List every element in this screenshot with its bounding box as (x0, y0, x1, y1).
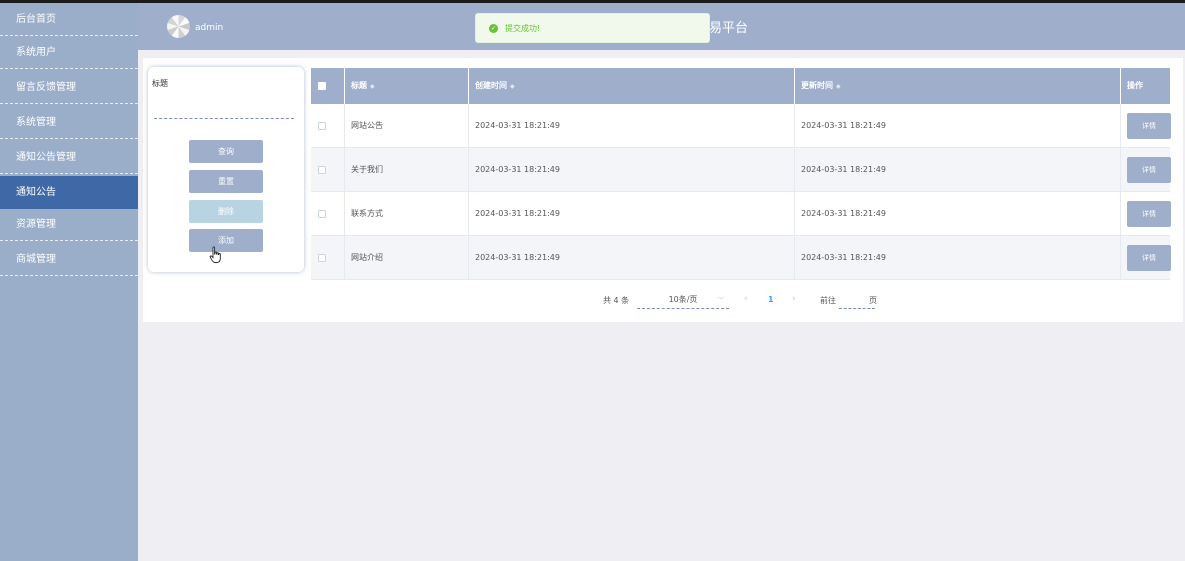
column-header-created[interactable]: 创建时间 ◆ (469, 68, 795, 104)
reset-button[interactable]: 重置 (189, 170, 263, 193)
select-cell (311, 148, 345, 192)
column-header-title[interactable]: 标题 ◆ (345, 68, 469, 104)
hand-cursor-icon (209, 246, 221, 263)
chevron-down-icon[interactable]: ﹀ (718, 295, 724, 304)
page-unit-label: 页 (869, 296, 877, 305)
success-toast: ✓ 提交成功! (475, 13, 710, 43)
table-row: 网站介绍 2024-03-31 18:21:49 2024-03-31 18:2… (311, 236, 1171, 280)
title-cell: 网站公告 (345, 104, 469, 148)
goto-label: 前往 (820, 296, 836, 305)
chevron-right-icon[interactable]: › (792, 294, 796, 304)
title-cell: 关于我们 (345, 148, 469, 192)
created-cell: 2024-03-31 18:21:49 (469, 104, 795, 148)
actions-cell: 详情 (1121, 104, 1171, 148)
title-search-input[interactable] (154, 89, 294, 119)
column-updated-label: 更新时间 (801, 81, 833, 90)
select-all-checkbox[interactable] (318, 82, 326, 90)
detail-button[interactable]: 详情 (1127, 245, 1171, 271)
sort-icon[interactable]: ◆ (370, 69, 375, 105)
header-select-cell (311, 68, 345, 104)
search-panel: 标题 查询 重置 删除 添加 (148, 67, 304, 272)
detail-button[interactable]: 详情 (1127, 113, 1171, 139)
title-cell: 联系方式 (345, 192, 469, 236)
sidebar-item-notice-management[interactable]: 通知公告管理 (0, 141, 138, 174)
row-checkbox[interactable] (318, 122, 326, 130)
title-cell: 网站介绍 (345, 236, 469, 280)
sidebar-item-feedback[interactable]: 留言反馈管理 (0, 71, 138, 104)
row-checkbox[interactable] (318, 166, 326, 174)
sort-icon[interactable]: ◆ (836, 69, 841, 105)
created-cell: 2024-03-31 18:21:49 (469, 236, 795, 280)
table-row: 关于我们 2024-03-31 18:21:49 2024-03-31 18:2… (311, 148, 1171, 192)
sidebar-item-system-management[interactable]: 系统管理 (0, 106, 138, 139)
toast-message: 提交成功! (505, 24, 541, 33)
sidebar-item-system-users[interactable]: 系统用户 (0, 36, 138, 69)
add-button[interactable]: 添加 (189, 229, 263, 252)
actions-cell: 详情 (1121, 148, 1171, 192)
select-cell (311, 192, 345, 236)
updated-cell: 2024-03-31 18:21:49 (795, 192, 1121, 236)
sidebar: 后台首页 系统用户 留言反馈管理 系统管理 通知公告管理 通知公告 资源管理 商… (0, 3, 138, 561)
search-label: 标题 (152, 79, 168, 88)
detail-button[interactable]: 详情 (1127, 157, 1171, 183)
select-cell (311, 236, 345, 280)
table-row: 网站公告 2024-03-31 18:21:49 2024-03-31 18:2… (311, 104, 1171, 148)
sidebar-item-resources[interactable]: 资源管理 (0, 208, 138, 241)
detail-button[interactable]: 详情 (1127, 201, 1171, 227)
updated-cell: 2024-03-31 18:21:49 (795, 236, 1121, 280)
row-checkbox[interactable] (318, 254, 326, 262)
query-button[interactable]: 查询 (189, 140, 263, 163)
updated-cell: 2024-03-31 18:21:49 (795, 148, 1121, 192)
column-header-updated[interactable]: 更新时间 ◆ (795, 68, 1121, 104)
select-cell (311, 104, 345, 148)
table-header: 标题 ◆ 创建时间 ◆ 更新时间 ◆ 操作 (311, 68, 1170, 104)
sidebar-item-notice[interactable]: 通知公告 (0, 176, 138, 209)
username: admin (195, 23, 224, 33)
sort-icon[interactable]: ◆ (510, 69, 515, 105)
column-created-label: 创建时间 (475, 81, 507, 90)
sidebar-item-shop[interactable]: 商城管理 (0, 243, 138, 276)
actions-cell: 详情 (1121, 192, 1171, 236)
delete-button[interactable]: 删除 (189, 200, 263, 223)
updated-cell: 2024-03-31 18:21:49 (795, 104, 1121, 148)
page-number-current[interactable]: 1 (768, 295, 774, 304)
avatar[interactable] (167, 15, 190, 38)
sidebar-item-dashboard[interactable]: 后台首页 (0, 3, 138, 36)
row-checkbox[interactable] (318, 210, 326, 218)
column-header-actions: 操作 (1127, 81, 1143, 90)
site-title: 易平台 (709, 21, 749, 36)
table-row: 联系方式 2024-03-31 18:21:49 2024-03-31 18:2… (311, 192, 1171, 236)
page-size-select[interactable]: 10条/页 (637, 291, 729, 309)
column-title-label: 标题 (351, 81, 367, 90)
chevron-left-icon[interactable]: ‹ (744, 294, 748, 304)
created-cell: 2024-03-31 18:21:49 (469, 148, 795, 192)
check-circle-icon: ✓ (489, 24, 498, 33)
pagination-total: 共 4 条 (603, 296, 630, 305)
created-cell: 2024-03-31 18:21:49 (469, 192, 795, 236)
actions-cell: 详情 (1121, 236, 1171, 280)
